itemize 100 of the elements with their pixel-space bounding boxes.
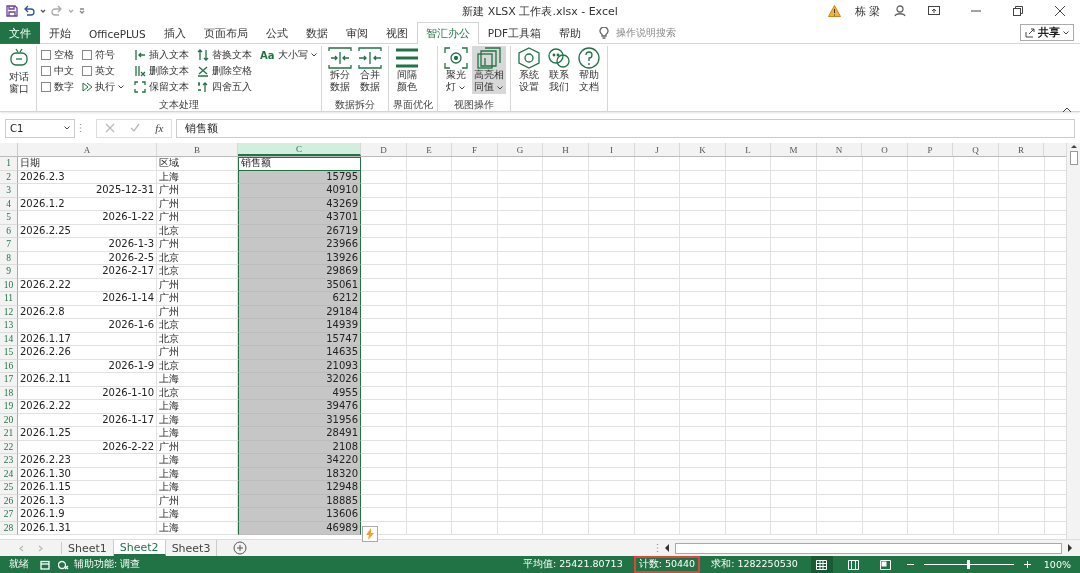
file-tab[interactable]: 文件: [0, 22, 40, 44]
ribbon-tab[interactable]: 公式: [256, 22, 297, 44]
date-cell: 2026.2.23: [18, 454, 157, 468]
ribbon-button[interactable]: 帮助 文档: [574, 46, 603, 94]
row-header[interactable]: 21: [0, 427, 18, 441]
ribbon-button[interactable]: 联系 我们: [544, 46, 573, 94]
ribbon-button[interactable]: 高亮相 同值: [471, 46, 506, 94]
share-button[interactable]: 共享: [1020, 24, 1074, 41]
rounding-icon: [197, 81, 209, 93]
region-cell: 广州: [157, 292, 238, 306]
zoom-thumb[interactable]: [967, 560, 971, 569]
ribbon-button[interactable]: 拆分 数据: [325, 46, 354, 94]
run-button[interactable]: 执行: [82, 80, 124, 94]
ribbon-tab[interactable]: 帮助: [550, 22, 591, 44]
ribbon-tab[interactable]: 开始: [40, 22, 80, 44]
checkbox[interactable]: [82, 50, 92, 60]
close-icon: [1055, 6, 1065, 16]
region-cell: 上海: [157, 427, 238, 441]
tool-button[interactable]: 删除空格: [197, 64, 252, 78]
row-header[interactable]: 15: [0, 346, 18, 360]
date-cell: 2026-1-14: [18, 292, 157, 306]
sheet-tab[interactable]: Sheet2: [113, 540, 166, 556]
normal-view-button[interactable]: [810, 556, 833, 573]
horizontal-scrollbar[interactable]: [675, 542, 1062, 554]
date-cell: 2026-1-6: [18, 319, 157, 333]
vertical-scrollbar[interactable]: [1066, 143, 1080, 539]
row-header[interactable]: 5: [0, 211, 18, 225]
chat-window-button[interactable]: 对话 窗口: [6, 46, 32, 96]
row-header[interactable]: 11: [0, 292, 18, 306]
ribbon-tab[interactable]: 页面布局: [194, 22, 257, 44]
search-field[interactable]: 操作说明搜索: [616, 25, 677, 40]
corner-brackets-icon: [134, 81, 146, 93]
accessibility-icon: [58, 559, 69, 570]
add-sheet-button[interactable]: [233, 541, 248, 555]
accessibility-status[interactable]: 辅助功能: 调查: [71, 558, 144, 571]
tool-button[interactable]: 删除文本: [134, 64, 189, 78]
row-header[interactable]: 13: [0, 319, 18, 333]
region-cell: 广州: [157, 238, 238, 252]
date-cell: 2025-12-31: [18, 184, 157, 198]
region-cell: 广州: [157, 211, 238, 225]
case-button[interactable]: Aa 大小写: [260, 48, 317, 62]
checkbox[interactable]: [41, 50, 51, 60]
row-header[interactable]: 17: [0, 373, 18, 387]
ribbon-tab[interactable]: 审阅: [336, 22, 377, 44]
zoom-in-icon[interactable]: [1023, 561, 1031, 568]
row-header[interactable]: 1: [0, 157, 18, 171]
ribbon-tab[interactable]: 视图: [376, 22, 417, 44]
checkbox[interactable]: [82, 66, 92, 76]
row-header[interactable]: 3: [0, 184, 18, 198]
tool-button[interactable]: 保留文本: [134, 80, 189, 94]
scroll-left-icon[interactable]: [663, 543, 671, 553]
tool-button[interactable]: 四舍五入: [197, 80, 252, 94]
zoom-out-icon[interactable]: [906, 561, 914, 568]
date-cell: 2026-1-22: [18, 211, 157, 225]
tool-button[interactable]: 替换文本: [197, 48, 252, 62]
checkbox-label: 符号: [95, 48, 115, 62]
row-header[interactable]: 7: [0, 238, 18, 252]
sales-cell: 6212: [238, 292, 361, 306]
checkbox[interactable]: [41, 66, 51, 76]
scroll-thumb[interactable]: [1069, 151, 1078, 165]
row-header[interactable]: 23: [0, 454, 18, 468]
group-label: 界面优化: [392, 98, 433, 111]
previous-sheet-icon: [18, 544, 24, 552]
sales-cell: 12948: [238, 481, 361, 495]
plus-circle-icon: [233, 541, 248, 555]
user-name[interactable]: 栋 梁: [854, 3, 880, 19]
scroll-up-icon[interactable]: [1069, 143, 1078, 149]
ribbon-tab[interactable]: OfficePLUS: [80, 22, 155, 44]
column-header[interactable]: C: [238, 143, 361, 156]
columns-icon: [848, 559, 860, 570]
caret-icon: [64, 126, 70, 130]
caret-icon: [310, 53, 317, 57]
row-header[interactable]: 27: [0, 508, 18, 522]
quick-analysis-button[interactable]: [362, 526, 378, 542]
drag-dots-icon: [656, 543, 659, 553]
ribbon-tab[interactable]: PDF工具箱: [478, 22, 551, 44]
ribbon-button[interactable]: 合并 数据: [355, 46, 384, 94]
scroll-right-icon[interactable]: [1066, 543, 1074, 553]
sales-cell: 40910: [238, 184, 361, 198]
stripes-icon: [394, 47, 419, 69]
checkbox[interactable]: [41, 82, 51, 92]
zoom-level[interactable]: 100%: [1040, 559, 1074, 570]
row-header[interactable]: 19: [0, 400, 18, 414]
ribbon-button[interactable]: 聚光 灯: [441, 46, 470, 94]
ribbon-tab[interactable]: 智汇办公: [416, 22, 479, 44]
sales-cell: 23966: [238, 238, 361, 252]
row-header[interactable]: 25: [0, 481, 18, 495]
row-header[interactable]: 9: [0, 265, 18, 279]
caret-icon: [118, 85, 124, 89]
ribbon-button[interactable]: 系统 设置: [514, 46, 543, 94]
insert-function-button[interactable]: fx: [155, 122, 164, 134]
caret-icon: [40, 8, 46, 14]
name-box[interactable]: C1: [5, 118, 75, 138]
ribbon-tab[interactable]: 数据: [296, 22, 337, 44]
ribbon-tab[interactable]: 插入: [154, 22, 195, 44]
formula-field[interactable]: 销售额: [176, 118, 1075, 138]
tool-button[interactable]: 插入文本: [134, 48, 189, 62]
ribbon-button[interactable]: 间隔 颜色: [392, 46, 421, 94]
page-break-icon: [880, 559, 892, 570]
swap-arrows-icon: [197, 49, 209, 61]
